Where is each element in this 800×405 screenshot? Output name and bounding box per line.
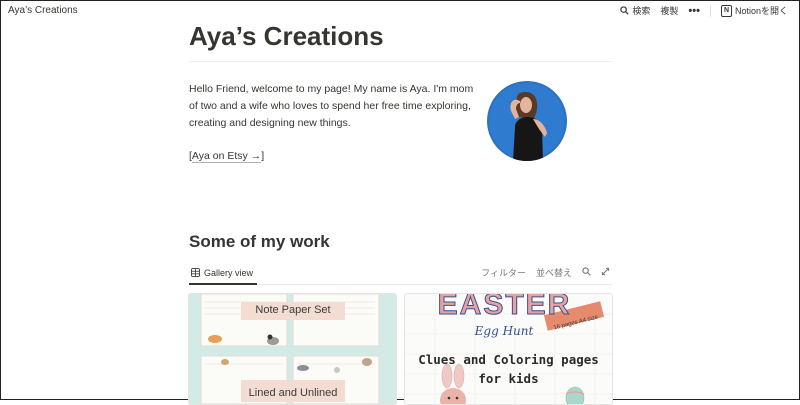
card-title: Note Paper Set <box>255 304 331 316</box>
intro-text: Hello Friend, welcome to my page! My nam… <box>189 83 474 129</box>
window-frame <box>0 0 800 400</box>
expand-button[interactable] <box>601 267 610 278</box>
egg-hunt-script: Egg Hunt <box>474 324 534 338</box>
bracket-close: ] <box>261 150 265 162</box>
duplicate-label: 複製 <box>660 6 679 16</box>
section-heading: Some of my work <box>189 232 330 251</box>
etsy-link[interactable]: Aya on Etsy → <box>191 150 262 163</box>
gallery-grid-icon <box>191 268 200 277</box>
gallery-card-easter-egg-hunt[interactable]: EASTER Egg Hunt 16 pages A4 size Clues a… <box>404 293 613 405</box>
search-label: 検索 <box>632 6 651 16</box>
open-in-notion-button[interactable]: N Notionを開く <box>720 4 788 17</box>
database-view-bar: Gallery view フィルター 並べ替え <box>189 262 612 285</box>
gallery-card-note-paper[interactable]: Note Paper Set Lined and Unlined <box>188 293 397 405</box>
page-title: Aya’s Creations <box>189 21 384 51</box>
topbar-divider <box>709 4 711 17</box>
tab-gallery-view-label: Gallery view <box>204 267 254 278</box>
duplicate-button[interactable]: 複製 <box>660 4 678 17</box>
notion-logo-icon: N <box>720 4 732 17</box>
expand-icon <box>601 267 610 276</box>
card-subtitle: Lined and Unlined <box>248 387 338 399</box>
avatar <box>487 81 567 161</box>
title-divider <box>189 61 612 62</box>
site-title[interactable]: Aya’s Creations <box>8 5 78 16</box>
topbar: Aya’s Creations 検索 複製 ••• N Notionを開く <box>0 0 800 22</box>
search-button[interactable]: 検索 <box>620 4 650 17</box>
avatar-photo <box>487 81 567 161</box>
tab-gallery-view[interactable]: Gallery view <box>189 262 258 285</box>
topbar-actions: 検索 複製 ••• N Notionを開く <box>620 4 788 17</box>
search-view-button[interactable] <box>582 267 591 278</box>
sort-button[interactable]: 並べ替え <box>536 266 572 279</box>
more-options-button[interactable]: ••• <box>688 5 700 16</box>
easter-banner: EASTER <box>437 293 572 322</box>
search-icon <box>582 267 591 276</box>
view-actions: フィルター 並べ替え <box>481 266 610 279</box>
search-icon <box>620 6 630 15</box>
open-in-notion-label: Notionを開く <box>734 6 788 16</box>
etsy-line: [Aya on Etsy →] <box>189 150 265 163</box>
card-title-line2: for kids <box>478 371 539 386</box>
filter-button[interactable]: フィルター <box>481 266 526 279</box>
card-title-line1: Clues and Coloring pages <box>418 352 599 367</box>
